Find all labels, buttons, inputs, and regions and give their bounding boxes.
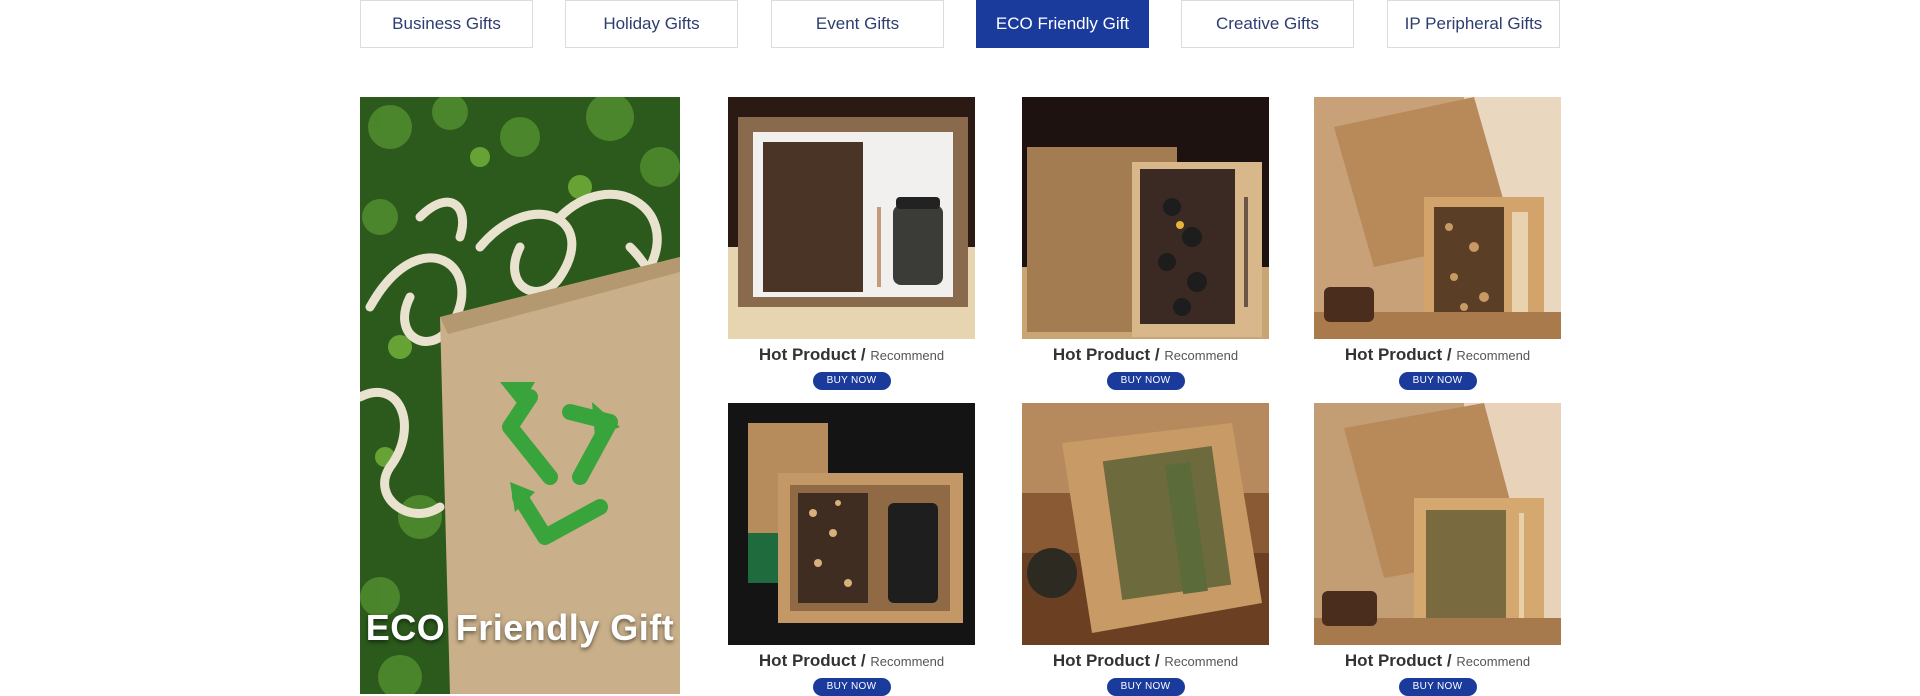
product-caption: Hot Product / Recommend [1022, 651, 1269, 672]
product-caption: Hot Product / Recommend [728, 651, 975, 672]
tab-eco-friendly-gift[interactable]: ECO Friendly Gift [976, 0, 1149, 48]
product-title: Hot Product [1344, 651, 1443, 670]
product-caption: Hot Product / Recommend [1314, 651, 1561, 672]
product-subtitle: Recommend [870, 348, 945, 363]
product-card[interactable]: Hot Product / Recommend BUY NOW [728, 97, 975, 390]
product-image[interactable] [1022, 97, 1269, 339]
tab-ip-peripheral-gifts[interactable]: IP Peripheral Gifts [1387, 0, 1560, 48]
product-caption: Hot Product / Recommend [728, 345, 975, 366]
caption-separator: / [1154, 651, 1160, 670]
product-subtitle: Recommend [870, 654, 945, 669]
hero-title: ECO Friendly Gift [365, 607, 675, 648]
product-card[interactable]: Hot Product / Recommend BUY NOW [1022, 97, 1269, 390]
product-image[interactable] [1314, 97, 1561, 339]
product-card[interactable]: Hot Product / Recommend BUY NOW [1314, 403, 1561, 696]
product-caption: Hot Product / Recommend [1022, 345, 1269, 366]
product-image[interactable] [728, 403, 975, 645]
product-subtitle: Recommend [1164, 654, 1239, 669]
buy-now-button[interactable]: BUY NOW [812, 372, 891, 390]
buy-now-button[interactable]: BUY NOW [812, 678, 891, 696]
product-title: Hot Product [758, 345, 857, 364]
product-title: Hot Product [1344, 345, 1443, 364]
product-card[interactable]: Hot Product / Recommend BUY NOW [728, 403, 975, 696]
buy-now-button[interactable]: BUY NOW [1106, 678, 1185, 696]
product-card[interactable]: Hot Product / Recommend BUY NOW [1314, 97, 1561, 390]
product-title: Hot Product [1052, 651, 1151, 670]
product-card[interactable]: Hot Product / Recommend BUY NOW [1022, 403, 1269, 696]
eco-hero-image [360, 97, 680, 694]
caption-separator: / [1446, 345, 1452, 364]
eco-hero-banner[interactable]: ECO Friendly Gift [360, 97, 680, 694]
tab-business-gifts[interactable]: Business Gifts [360, 0, 533, 48]
product-title: Hot Product [758, 651, 857, 670]
buy-now-button[interactable]: BUY NOW [1398, 372, 1477, 390]
tab-holiday-gifts[interactable]: Holiday Gifts [565, 0, 738, 48]
product-image[interactable] [1022, 403, 1269, 645]
buy-now-button[interactable]: BUY NOW [1106, 372, 1185, 390]
product-subtitle: Recommend [1456, 348, 1531, 363]
caption-separator: / [860, 651, 866, 670]
category-tabs: Business Gifts Holiday Gifts Event Gifts… [360, 0, 1560, 50]
caption-separator: / [1154, 345, 1160, 364]
tab-event-gifts[interactable]: Event Gifts [771, 0, 944, 48]
buy-now-button[interactable]: BUY NOW [1398, 678, 1477, 696]
product-subtitle: Recommend [1164, 348, 1239, 363]
tab-creative-gifts[interactable]: Creative Gifts [1181, 0, 1354, 48]
caption-separator: / [860, 345, 866, 364]
product-subtitle: Recommend [1456, 654, 1531, 669]
product-caption: Hot Product / Recommend [1314, 345, 1561, 366]
product-title: Hot Product [1052, 345, 1151, 364]
product-image[interactable] [728, 97, 975, 339]
caption-separator: / [1446, 651, 1452, 670]
product-image[interactable] [1314, 403, 1561, 645]
